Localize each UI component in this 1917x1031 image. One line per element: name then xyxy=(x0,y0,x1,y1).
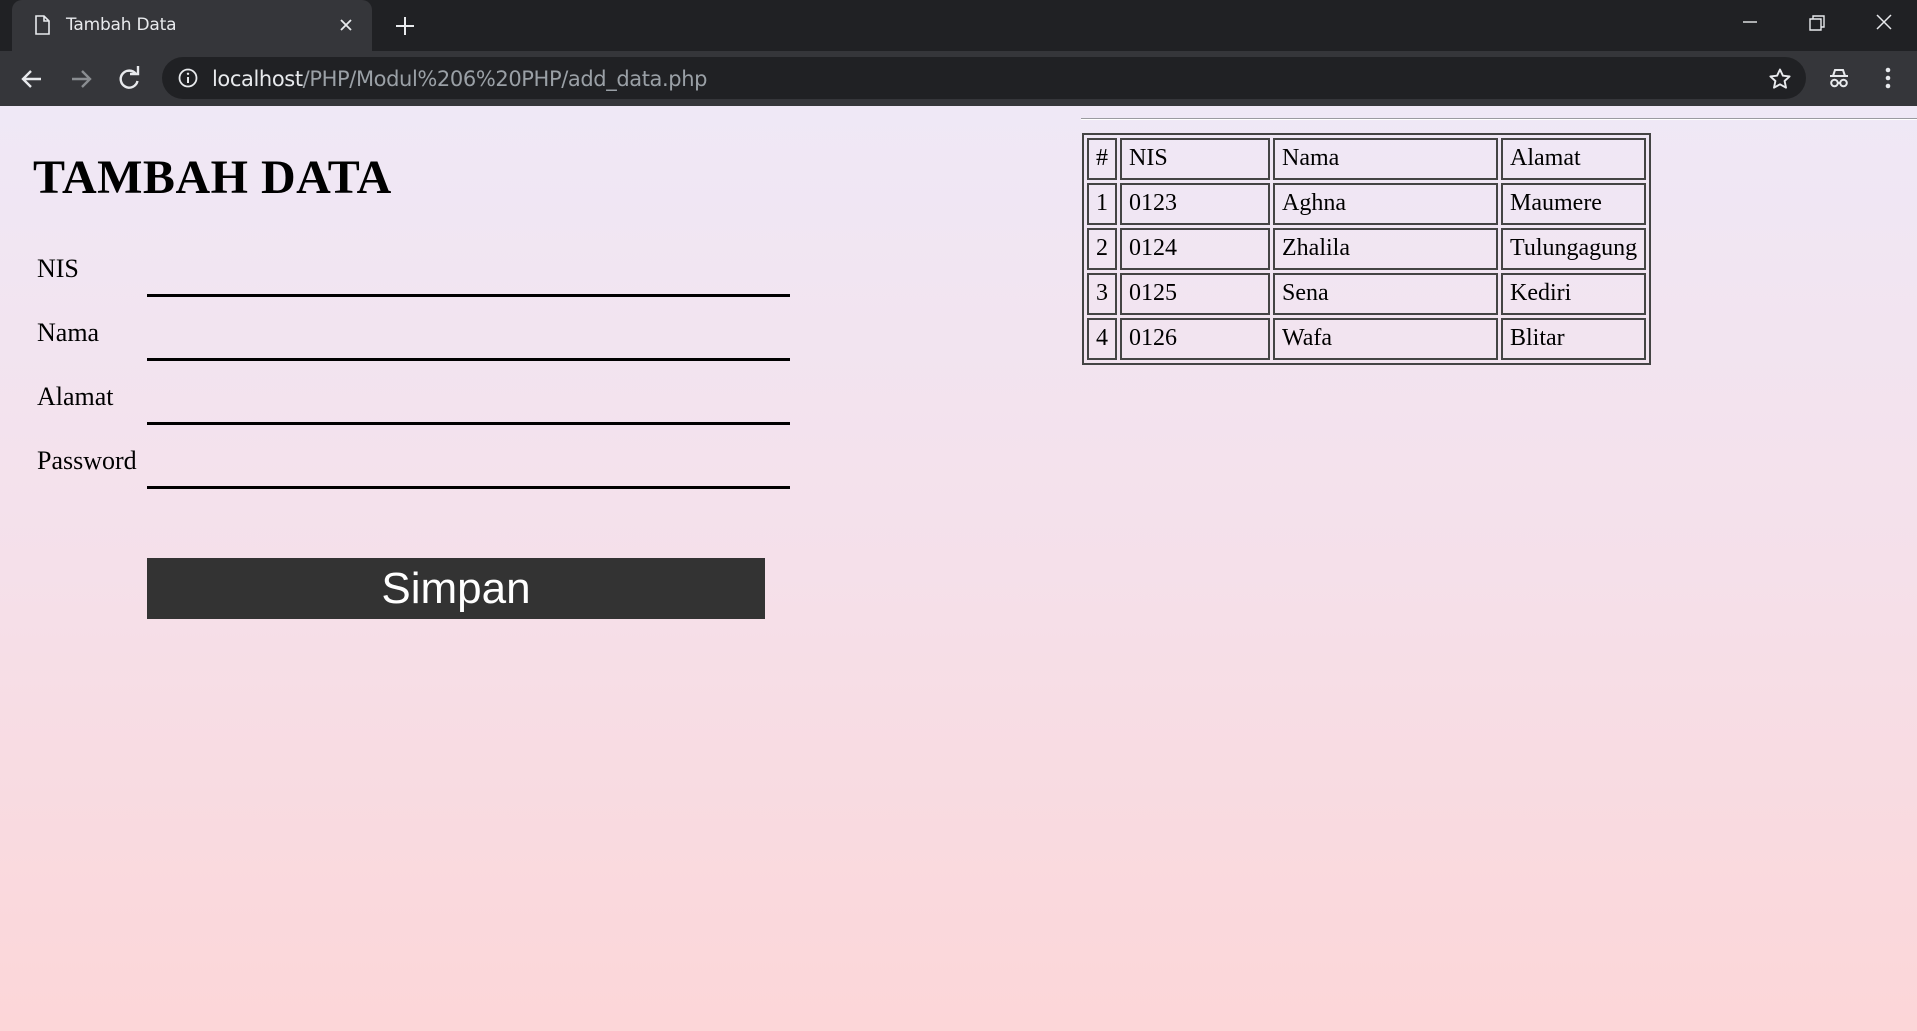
table-cell: Blitar xyxy=(1501,318,1647,360)
reload-icon[interactable] xyxy=(115,65,143,93)
table-cell: 0123 xyxy=(1120,183,1270,225)
table-cell: Kediri xyxy=(1501,273,1647,315)
table-cell: 3 xyxy=(1087,273,1117,315)
password-label: Password xyxy=(37,446,137,475)
back-icon[interactable] xyxy=(18,65,46,93)
table-row: 2 0124 Zhalila Tulungagung xyxy=(1087,228,1647,270)
tab-title: Tambah Data xyxy=(66,15,177,35)
plus-icon[interactable] xyxy=(393,14,417,38)
header-cell-number: # xyxy=(1087,138,1117,180)
table-cell: 0126 xyxy=(1120,318,1270,360)
header-cell-nis: NIS xyxy=(1120,138,1270,180)
kebab-menu-icon[interactable] xyxy=(1874,64,1902,92)
table-row: 4 0126 Wafa Blitar xyxy=(1087,318,1647,360)
table-cell: Wafa xyxy=(1273,318,1498,360)
alamat-input[interactable] xyxy=(147,393,790,425)
browser-tab[interactable]: Tambah Data xyxy=(12,0,372,51)
header-cell-alamat: Alamat xyxy=(1501,138,1647,180)
nama-input[interactable] xyxy=(147,329,790,361)
minimize-icon[interactable] xyxy=(1735,10,1765,34)
table-cell: Maumere xyxy=(1501,183,1647,225)
nis-label: NIS xyxy=(37,254,79,283)
table-cell: 0124 xyxy=(1120,228,1270,270)
url-path: /PHP/Modul%206%20PHP/add_data.php xyxy=(302,67,708,91)
page-icon xyxy=(34,15,50,35)
alamat-label: Alamat xyxy=(37,382,114,411)
table-cell: 2 xyxy=(1087,228,1117,270)
table-cell: 0125 xyxy=(1120,273,1270,315)
simpan-button[interactable]: Simpan xyxy=(147,558,765,619)
table-cell: 4 xyxy=(1087,318,1117,360)
window-close-icon[interactable] xyxy=(1869,10,1899,34)
page-title: TAMBAH DATA xyxy=(33,151,392,204)
table-cell: Aghna xyxy=(1273,183,1498,225)
page-viewport: TAMBAH DATA NIS Nama Alamat Password Sim… xyxy=(0,106,1917,1031)
table-cell: 1 xyxy=(1087,183,1117,225)
table-cell: Sena xyxy=(1273,273,1498,315)
star-icon[interactable] xyxy=(1768,67,1792,91)
forward-icon[interactable] xyxy=(67,65,95,93)
tab-strip: Tambah Data xyxy=(0,0,1917,51)
data-table: # NIS Nama Alamat 1 0123 Aghna Maumere 2… xyxy=(1082,133,1652,365)
table-row: 1 0123 Aghna Maumere xyxy=(1087,183,1647,225)
info-icon[interactable] xyxy=(178,68,198,88)
table-cell: Tulungagung xyxy=(1501,228,1647,270)
password-input[interactable] xyxy=(147,457,790,489)
incognito-icon[interactable] xyxy=(1825,64,1853,92)
address-bar[interactable]: localhost/PHP/Modul%206%20PHP/add_data.p… xyxy=(162,57,1806,99)
table-cell: Zhalila xyxy=(1273,228,1498,270)
nama-label: Nama xyxy=(37,318,100,347)
nis-input[interactable] xyxy=(147,265,790,297)
url-host: localhost xyxy=(212,67,303,91)
horizontal-rule xyxy=(1081,118,1917,120)
browser-toolbar: localhost/PHP/Modul%206%20PHP/add_data.p… xyxy=(0,51,1917,106)
restore-icon[interactable] xyxy=(1801,10,1831,34)
close-icon[interactable] xyxy=(336,15,356,35)
header-cell-nama: Nama xyxy=(1273,138,1498,180)
table-header-row: # NIS Nama Alamat xyxy=(1087,138,1647,180)
table-row: 3 0125 Sena Kediri xyxy=(1087,273,1647,315)
url-text[interactable]: localhost/PHP/Modul%206%20PHP/add_data.p… xyxy=(212,67,707,91)
